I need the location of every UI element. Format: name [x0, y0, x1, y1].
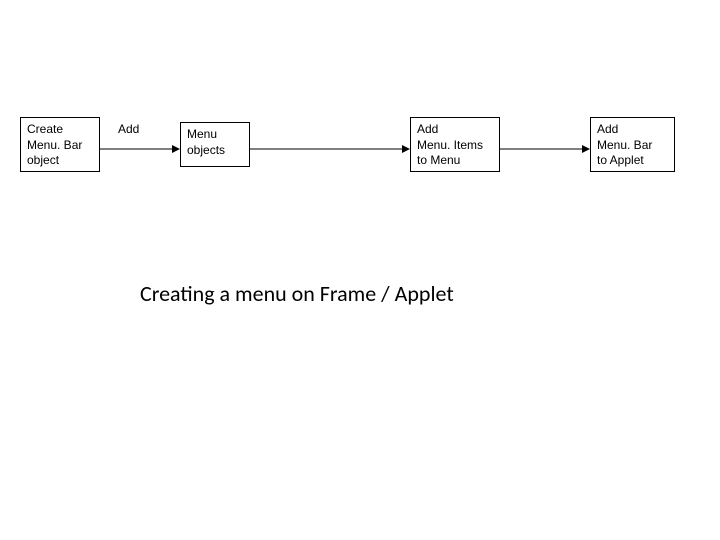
diagram-canvas: Create Menu. Bar object Add Menu objects…: [0, 0, 720, 540]
box-add-menubar-applet-text: Add Menu. Bar to Applet: [597, 122, 652, 167]
box-create-menubar: Create Menu. Bar object: [20, 117, 100, 172]
arrow-label-add: Add: [118, 122, 139, 136]
box-add-menuitems: Add Menu. Items to Menu: [410, 117, 500, 172]
box-create-menubar-text: Create Menu. Bar object: [27, 122, 82, 167]
box-menu-objects-text: Menu objects: [187, 127, 225, 157]
box-add-menubar-applet: Add Menu. Bar to Applet: [590, 117, 675, 172]
diagram-caption: Creating a menu on Frame / Applet: [140, 280, 454, 307]
box-add-menuitems-text: Add Menu. Items to Menu: [417, 122, 483, 167]
box-menu-objects: Menu objects: [180, 122, 250, 167]
